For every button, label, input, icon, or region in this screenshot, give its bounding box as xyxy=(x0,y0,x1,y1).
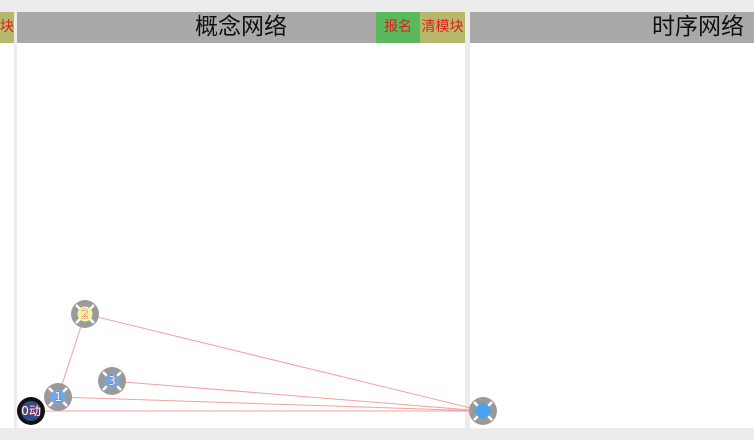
network-canvas: 2 3 1 0动 xyxy=(17,300,497,425)
node-1-label: 1 xyxy=(54,390,62,404)
edge-1-hub xyxy=(57,396,484,412)
node-2-label: 2 xyxy=(81,307,89,321)
node-0-label: 0动 xyxy=(21,404,41,418)
edge-2-hub xyxy=(84,313,484,412)
node-3-label: 3 xyxy=(108,374,116,388)
node-hub[interactable] xyxy=(469,397,497,425)
node-2[interactable]: 2 xyxy=(71,300,99,328)
network-edges xyxy=(31,313,484,412)
node-1[interactable]: 1 xyxy=(44,383,72,411)
edge-3-hub xyxy=(111,380,484,412)
node-3[interactable]: 3 xyxy=(98,367,126,395)
node-0[interactable]: 0动 xyxy=(17,397,45,425)
